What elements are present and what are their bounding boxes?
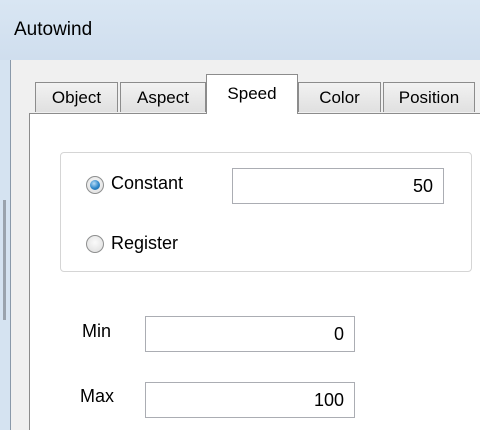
register-radio[interactable] [86,235,104,253]
tab-color[interactable]: Color [298,82,381,112]
tab-aspect[interactable]: Aspect [120,82,206,112]
tab-object[interactable]: Object [35,82,118,112]
constant-radio[interactable] [86,176,104,194]
min-label: Min [82,321,112,341]
min-input[interactable]: 0 [145,316,355,352]
max-input[interactable]: 100 [145,382,355,418]
window-frame-left [0,60,10,430]
constant-value-input[interactable]: 50 [232,168,444,204]
tab-position[interactable]: Position [383,82,475,112]
max-label: Max [80,386,115,406]
window-title: Autowind [14,19,93,40]
register-label[interactable]: Register [111,233,178,254]
tab-speed[interactable]: Speed [206,74,298,114]
title-bar: Autowind [0,0,480,60]
constant-label[interactable]: Constant [111,173,183,194]
